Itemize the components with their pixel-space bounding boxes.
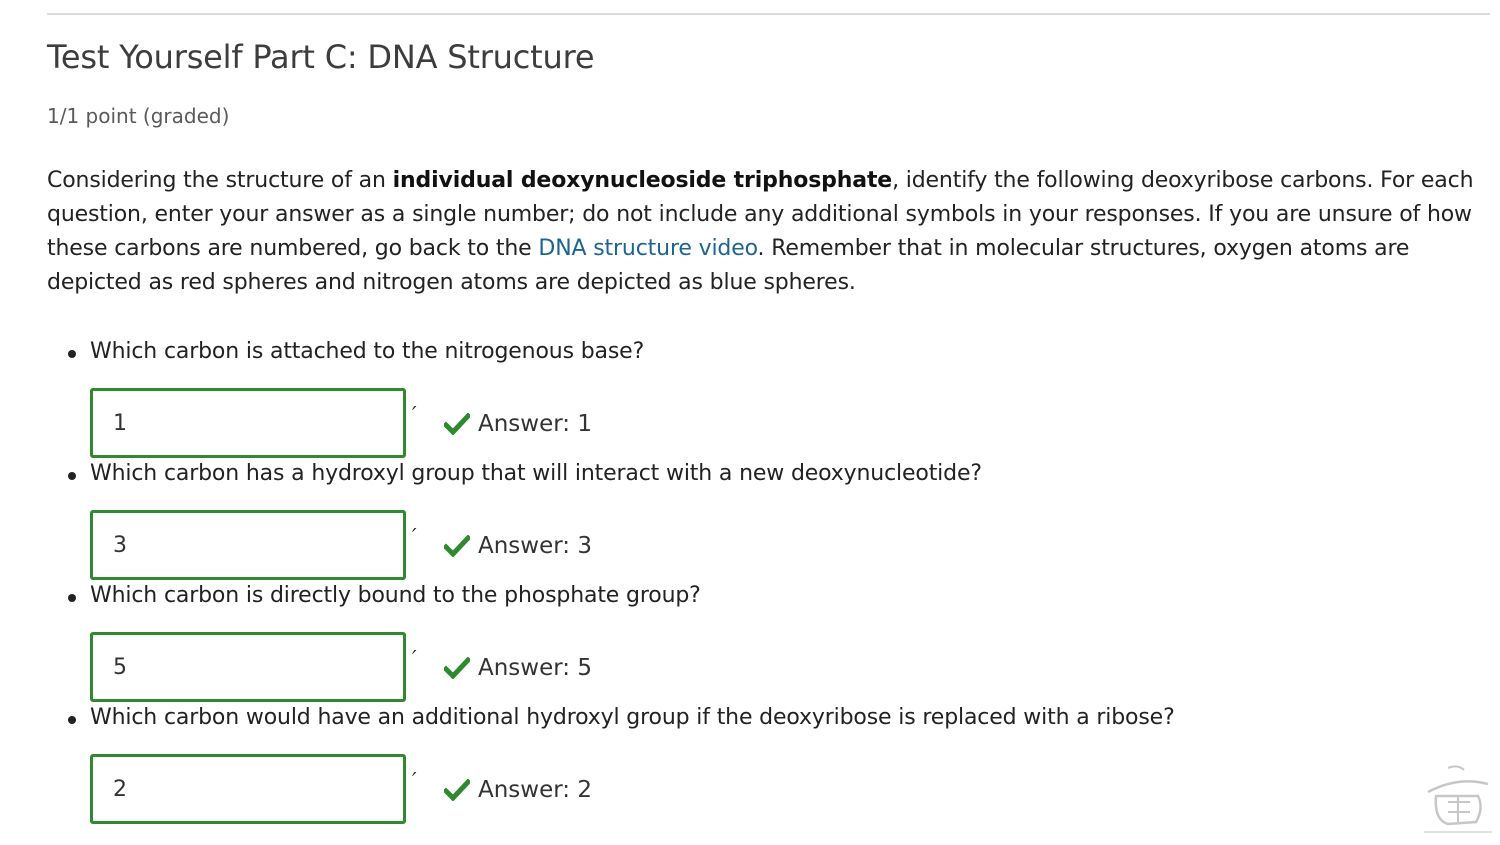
- check-icon: [444, 535, 470, 557]
- instructions-emphasis: individual deoxynucleoside triphosphate: [392, 168, 893, 193]
- prime-suffix: ′: [412, 768, 417, 792]
- check-icon: [444, 413, 470, 435]
- dna-structure-video-link[interactable]: DNA structure video: [538, 236, 757, 261]
- problem-progress: 1/1 point (graded): [47, 104, 230, 128]
- answer-input[interactable]: [90, 632, 406, 702]
- prime-suffix: ′: [412, 524, 417, 548]
- question-prompt: Which carbon would have an additional hy…: [90, 705, 1175, 730]
- answer-input[interactable]: [90, 754, 406, 824]
- correct-answer-text: Answer: 2: [478, 777, 593, 803]
- question-item: Which carbon is directly bound to the ph…: [0, 578, 1500, 702]
- bullet: [68, 350, 76, 358]
- watermark-logo: [1424, 765, 1492, 833]
- bullet: [68, 716, 76, 724]
- prime-suffix: ′: [412, 402, 417, 426]
- question-item: Which carbon is attached to the nitrogen…: [0, 334, 1500, 458]
- answer-input[interactable]: [90, 510, 406, 580]
- correct-answer-text: Answer: 3: [478, 533, 593, 559]
- question-item: Which carbon has a hydroxyl group that w…: [0, 456, 1500, 580]
- question-prompt: Which carbon is attached to the nitrogen…: [90, 339, 645, 364]
- question-item: Which carbon would have an additional hy…: [0, 700, 1500, 824]
- question-prompt: Which carbon has a hydroxyl group that w…: [90, 461, 982, 486]
- problem-instructions: Considering the structure of an individu…: [47, 164, 1477, 300]
- problem-title: Test Yourself Part C: DNA Structure: [47, 38, 595, 76]
- bullet: [68, 594, 76, 602]
- correct-answer-text: Answer: 5: [478, 655, 593, 681]
- problem-page: Test Yourself Part C: DNA Structure 1/1 …: [0, 0, 1500, 845]
- correct-status: Answer: 5: [444, 652, 592, 684]
- top-divider: [47, 13, 1490, 15]
- correct-status: Answer: 1: [444, 408, 592, 440]
- correct-status: Answer: 3: [444, 530, 592, 562]
- instructions-text-1: Considering the structure of an: [47, 168, 393, 193]
- correct-answer-text: Answer: 1: [478, 411, 593, 437]
- check-icon: [444, 779, 470, 801]
- correct-status: Answer: 2: [444, 774, 592, 806]
- answer-input[interactable]: [90, 388, 406, 458]
- prime-suffix: ′: [412, 646, 417, 670]
- bullet: [68, 472, 76, 480]
- check-icon: [444, 657, 470, 679]
- question-prompt: Which carbon is directly bound to the ph…: [90, 583, 701, 608]
